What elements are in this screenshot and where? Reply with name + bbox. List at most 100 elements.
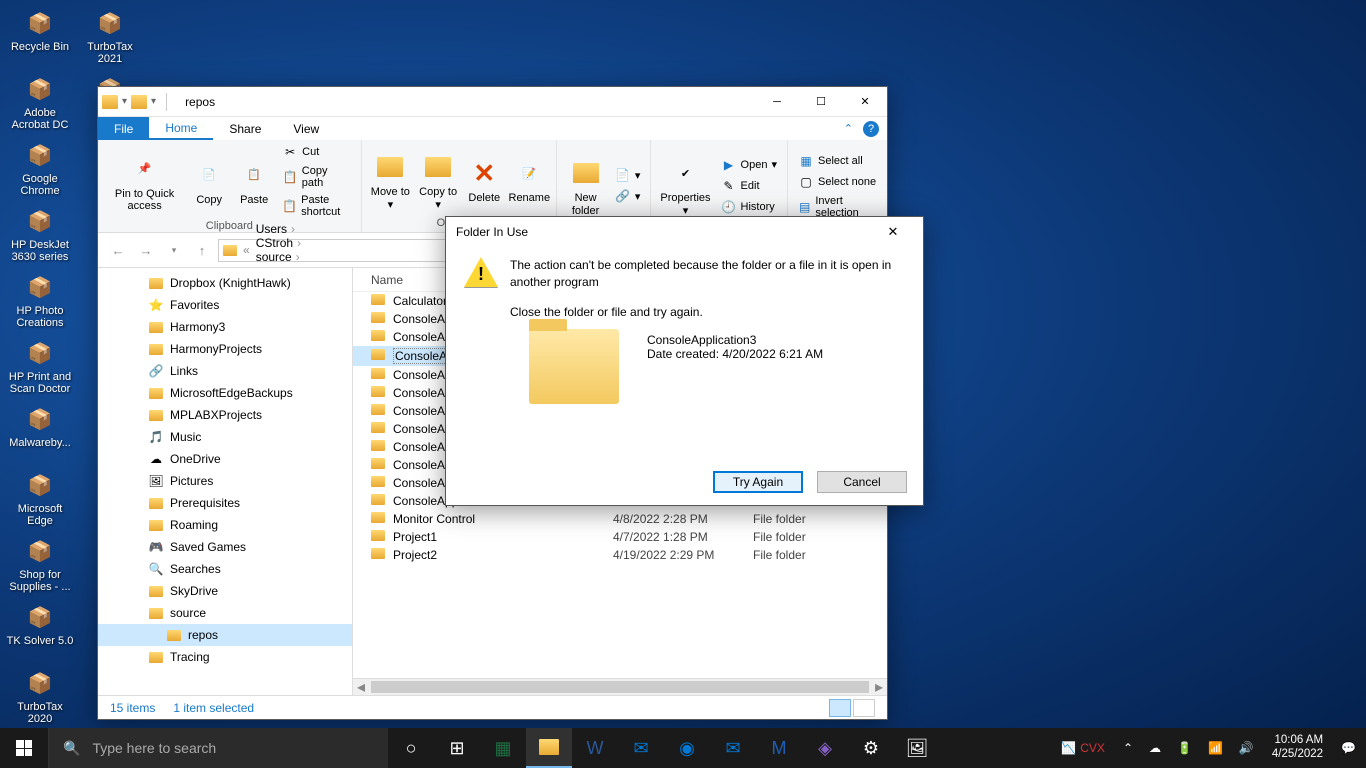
nav-item[interactable]: Dropbox (KnightHawk) (98, 272, 352, 294)
move-to-button[interactable]: Move to ▾ (368, 148, 413, 210)
malwarebytes-icon[interactable]: M (756, 728, 802, 768)
select-all-button[interactable]: ▦Select all (794, 151, 881, 171)
desktop-icons-col1: 📦Recycle Bin📦Adobe Acrobat DC📦Google Chr… (5, 5, 75, 729)
nav-item[interactable]: ☁OneDrive (98, 448, 352, 470)
breadcrumb-segment[interactable]: Users › (256, 222, 301, 236)
dialog-close-button[interactable]: ✕ (873, 219, 913, 245)
desktop-icon[interactable]: 📦HP Print and Scan Doctor (5, 335, 75, 399)
nav-item[interactable]: 🎮Saved Games (98, 536, 352, 558)
desktop-icon[interactable]: 📦Adobe Acrobat DC (5, 71, 75, 135)
edge-icon[interactable]: ◉ (664, 728, 710, 768)
paste-button[interactable]: 📋Paste (233, 156, 275, 206)
minimize-button[interactable]: ─ (755, 87, 799, 117)
copy-to-button[interactable]: Copy to ▾ (416, 148, 460, 210)
show-hidden-icons[interactable]: ⌃ (1119, 741, 1137, 755)
copy-button[interactable]: 📄Copy (188, 156, 230, 206)
desktop-icon[interactable]: 📦HP Photo Creations (5, 269, 75, 333)
new-item-button[interactable]: 📄▾ (611, 165, 645, 185)
nav-item[interactable]: 🔗Links (98, 360, 352, 382)
large-icons-view-button[interactable] (853, 699, 875, 717)
desktop-icon[interactable]: 📦Shop for Supplies - ... (5, 533, 75, 597)
navigation-pane[interactable]: Dropbox (KnightHawk)⭐FavoritesHarmony3Ha… (98, 268, 353, 695)
onedrive-tray-icon[interactable]: ☁ (1145, 741, 1165, 755)
forward-button[interactable]: → (134, 238, 158, 262)
notifications-icon[interactable]: 💬 (1337, 741, 1360, 755)
nav-item[interactable]: source (98, 602, 352, 624)
visual-studio-icon[interactable]: ◈ (802, 728, 848, 768)
back-button[interactable]: ← (106, 238, 130, 262)
maximize-button[interactable]: ☐ (799, 87, 843, 117)
search-box[interactable]: 🔍 Type here to search (48, 728, 388, 768)
item-count: 15 items (110, 701, 155, 715)
nav-item[interactable]: Tracing (98, 646, 352, 668)
start-button[interactable] (0, 728, 48, 768)
tab-share[interactable]: Share (213, 117, 277, 140)
close-button[interactable]: ✕ (843, 87, 887, 117)
nav-item[interactable]: ⭐Favorites (98, 294, 352, 316)
desktop-icon[interactable]: 📦Malwareby... (5, 401, 75, 465)
desktop-icon[interactable]: 📦Google Chrome (5, 137, 75, 201)
nav-item[interactable]: Harmony3 (98, 316, 352, 338)
desktop-icon[interactable]: 📦TK Solver 5.0 (5, 599, 75, 663)
horizontal-scrollbar[interactable]: ◂▸ (353, 678, 887, 695)
cancel-button[interactable]: Cancel (817, 471, 907, 493)
clock[interactable]: 10:06 AM 4/25/2022 (1266, 734, 1329, 762)
desktop-icon[interactable]: 📦HP DeskJet 3630 series (5, 203, 75, 267)
pin-to-quick-access-button[interactable]: 📌Pin to Quick access (104, 150, 185, 212)
nav-item[interactable]: HarmonyProjects (98, 338, 352, 360)
easy-access-button[interactable]: 🔗▾ (611, 186, 645, 206)
new-folder-button[interactable]: New folder (563, 154, 608, 216)
photos-icon[interactable]: 🖼 (894, 728, 940, 768)
breadcrumb-segment[interactable]: CStroh › (256, 236, 301, 250)
delete-button[interactable]: ✕Delete (463, 154, 505, 204)
nav-item[interactable]: 🖼Pictures (98, 470, 352, 492)
file-row[interactable]: Project24/19/2022 2:29 PMFile folder (353, 546, 887, 564)
nav-item[interactable]: repos (98, 624, 352, 646)
properties-button[interactable]: ✔Properties ▾ (657, 154, 713, 216)
mail-icon[interactable]: ✉ (710, 728, 756, 768)
file-explorer-icon[interactable] (526, 728, 572, 768)
desktop-icon[interactable]: 📦Microsoft Edge (5, 467, 75, 531)
help-icon[interactable]: ? (863, 121, 879, 137)
try-again-button[interactable]: Try Again (713, 471, 803, 493)
word-icon[interactable]: W (572, 728, 618, 768)
tab-view[interactable]: View (277, 117, 335, 140)
ribbon-collapse-icon[interactable]: ⌃ (844, 122, 853, 135)
file-row[interactable]: Project14/7/2022 1:28 PMFile folder (353, 528, 887, 546)
history-button[interactable]: 🕘History (717, 197, 781, 217)
copy-path-button[interactable]: 📋Copy path (278, 163, 355, 191)
volume-icon[interactable]: 🔊 (1235, 741, 1258, 755)
edit-button[interactable]: ✎Edit (717, 176, 781, 196)
cut-button[interactable]: ✂Cut (278, 142, 355, 162)
nav-item[interactable]: Roaming (98, 514, 352, 536)
details-view-button[interactable] (829, 699, 851, 717)
desktop-icon[interactable]: 📦TurboTax 2020 (5, 665, 75, 729)
nav-item[interactable]: Prerequisites (98, 492, 352, 514)
tab-file[interactable]: File (98, 117, 149, 140)
recent-locations-button[interactable]: ▾ (162, 238, 186, 262)
file-row[interactable]: Monitor Control4/8/2022 2:28 PMFile fold… (353, 510, 887, 528)
tab-home[interactable]: Home (149, 117, 213, 140)
nav-item[interactable]: MPLABXProjects (98, 404, 352, 426)
quick-access-dropdown-icon[interactable]: ▾ (122, 96, 127, 107)
nav-item[interactable]: 🔍Searches (98, 558, 352, 580)
battery-icon[interactable]: 🔋 (1173, 741, 1196, 755)
settings-icon[interactable]: ⚙ (848, 728, 894, 768)
paste-shortcut-button[interactable]: 📋Paste shortcut (278, 192, 355, 220)
desktop-icon[interactable]: 📦TurboTax 2021 (75, 5, 145, 69)
network-icon[interactable]: 📶 (1204, 741, 1227, 755)
outlook-icon[interactable]: ✉ (618, 728, 664, 768)
up-button[interactable]: ↑ (190, 238, 214, 262)
nav-item[interactable]: SkyDrive (98, 580, 352, 602)
stock-widget[interactable]: 📉CVX (1055, 741, 1111, 755)
excel-icon[interactable]: ▦ (480, 728, 526, 768)
desktop-icon[interactable]: 📦Recycle Bin (5, 5, 75, 69)
open-button[interactable]: ▶Open ▾ (717, 155, 781, 175)
nav-item[interactable]: MicrosoftEdgeBackups (98, 382, 352, 404)
task-view-icon[interactable]: ⊞ (434, 728, 480, 768)
cortana-icon[interactable]: ○ (388, 728, 434, 768)
select-none-button[interactable]: ▢Select none (794, 172, 881, 192)
nav-item[interactable]: 🎵Music (98, 426, 352, 448)
breadcrumb-segment[interactable]: source › (256, 250, 301, 264)
rename-button[interactable]: 📝Rename (508, 154, 550, 204)
